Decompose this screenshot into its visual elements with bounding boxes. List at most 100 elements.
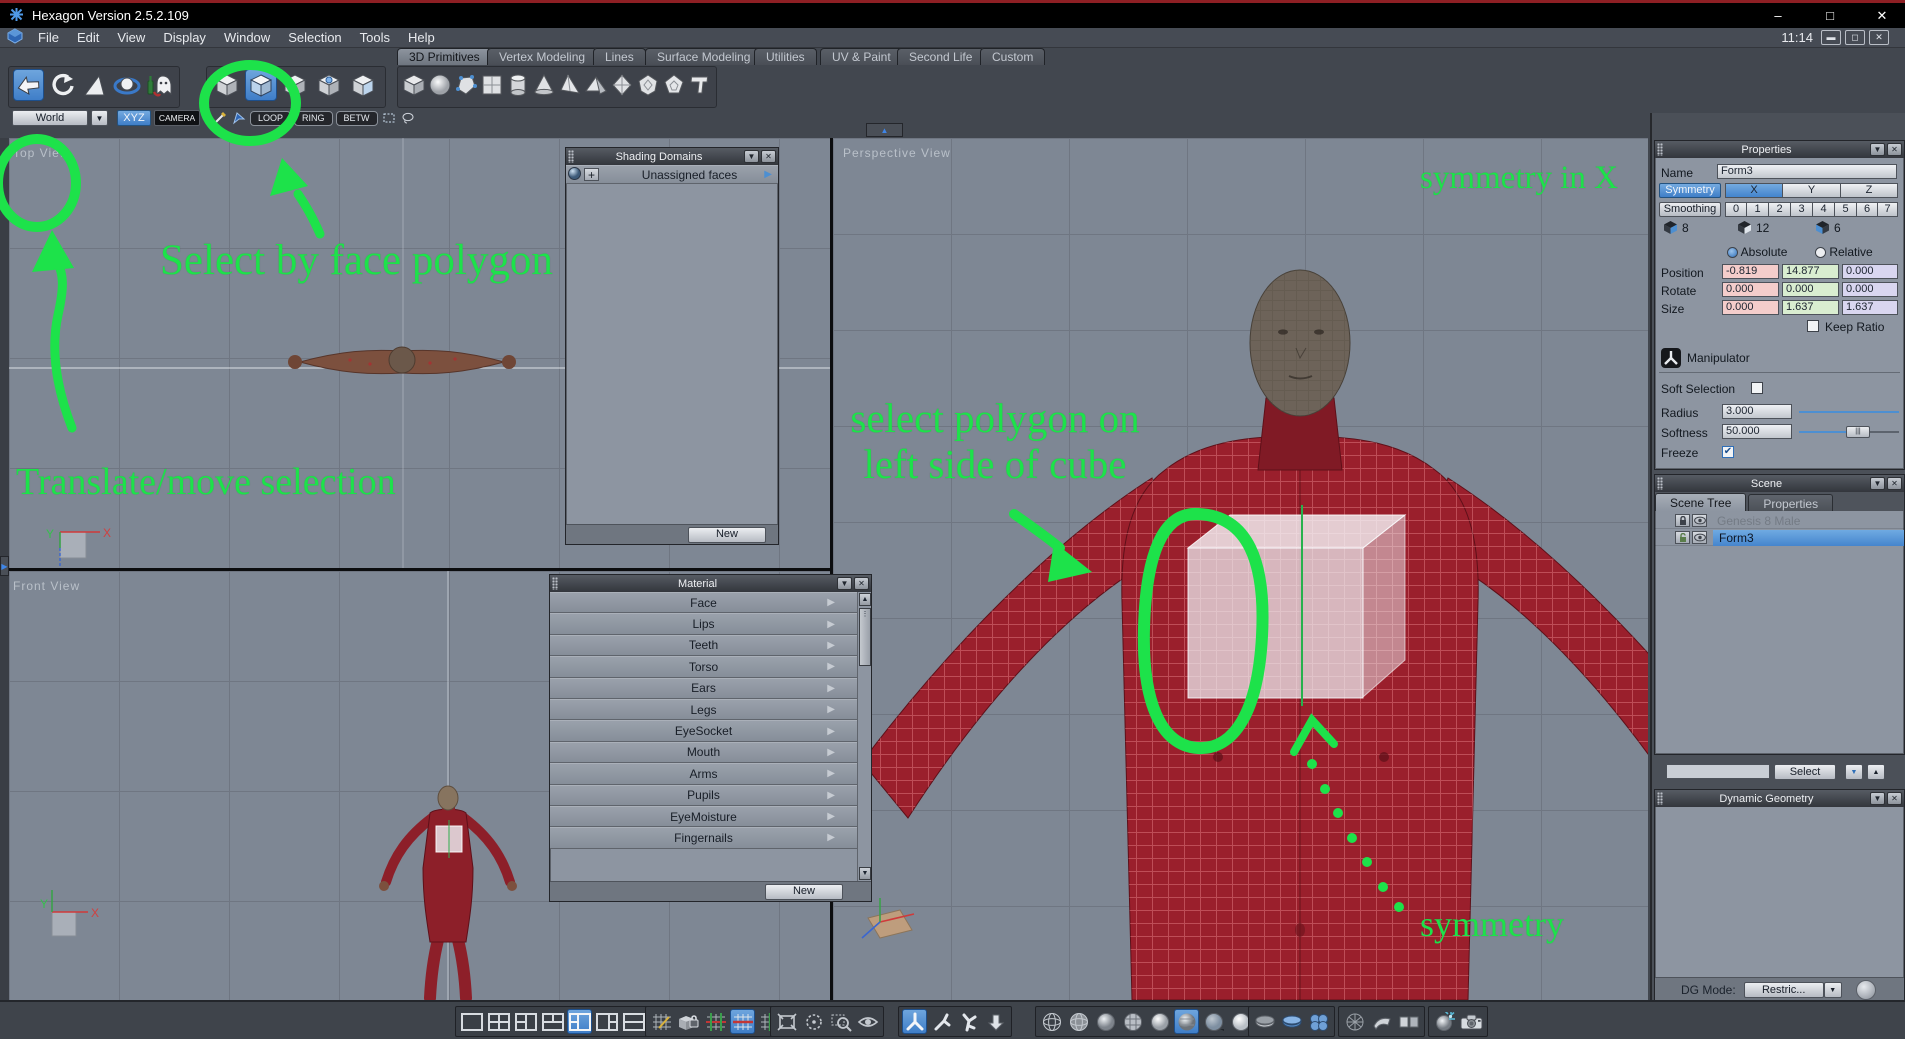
smoothing-5[interactable]: 5 — [1835, 202, 1857, 217]
freeze-checkbox[interactable]: ✔ — [1722, 446, 1734, 458]
material-row[interactable]: Mouth ▶ — [550, 741, 857, 764]
dynamic-geometry-titlebar[interactable]: Dynamic Geometry ▼ ✕ — [1655, 790, 1904, 807]
tab-utilities[interactable]: Utilities — [754, 48, 817, 65]
symmetry-z-button[interactable]: Z — [1841, 183, 1898, 198]
smooth-shade-mode-icon[interactable] — [1147, 1009, 1172, 1034]
layout-quad-icon[interactable] — [486, 1009, 511, 1034]
scene-item-name[interactable]: Genesis 8 Male — [1717, 514, 1800, 528]
select-button[interactable]: Select — [1774, 764, 1836, 780]
title-bar[interactable]: Hexagon Version 2.5.2.109 – □ ✕ — [0, 3, 1905, 28]
rotate-manipulator-icon[interactable] — [956, 1009, 981, 1034]
lock-icon[interactable] — [1675, 514, 1690, 527]
material-expand-icon[interactable]: ▶ — [827, 790, 835, 801]
softness-slider-filled[interactable] — [1799, 431, 1847, 433]
menu-window[interactable]: Window — [215, 30, 279, 45]
material-expand-icon[interactable]: ▶ — [827, 597, 835, 608]
xyz-toggle[interactable]: XYZ — [117, 110, 151, 126]
scene-tree-tab[interactable]: Scene Tree — [1655, 493, 1747, 511]
between-button[interactable]: BETW — [335, 110, 378, 126]
menu-tools[interactable]: Tools — [351, 30, 399, 45]
primitive-cube-icon[interactable] — [402, 69, 426, 101]
symmetry-x-button[interactable]: X — [1725, 183, 1783, 198]
menu-edit[interactable]: Edit — [68, 30, 108, 45]
menu-help[interactable]: Help — [399, 30, 444, 45]
app-minimize-button[interactable]: ▬ — [1821, 30, 1841, 45]
smoothing-button[interactable]: Smoothing — [1659, 202, 1721, 217]
material-row[interactable]: Pupils ▶ — [550, 784, 857, 806]
tab-surface-modeling[interactable]: Surface Modeling — [645, 48, 763, 65]
primitive-tetrahedron-icon[interactable] — [558, 69, 582, 101]
primitive-facet-icon[interactable] — [454, 69, 478, 101]
absolute-radio[interactable]: Absolute — [1727, 245, 1787, 259]
softness-slider-track[interactable] — [1870, 431, 1899, 433]
panel-grip-icon[interactable] — [568, 150, 574, 163]
grid-xz-icon[interactable] — [703, 1009, 728, 1034]
grid-edit-icon[interactable] — [649, 1009, 674, 1034]
panel-grip-icon[interactable] — [1657, 143, 1663, 156]
layout-three-left-icon[interactable] — [513, 1009, 538, 1034]
eye-icon[interactable] — [1692, 514, 1707, 527]
tab-vertex-modeling[interactable]: Vertex Modeling — [487, 48, 598, 65]
layout-two-rows-icon[interactable] — [621, 1009, 646, 1034]
properties-titlebar[interactable]: Properties ▼ ✕ — [1655, 141, 1904, 158]
fit-view-icon[interactable] — [774, 1009, 799, 1034]
radius-field[interactable]: 3.000 — [1722, 404, 1792, 419]
maximize-button[interactable]: □ — [1807, 3, 1853, 28]
select-faces-icon[interactable] — [245, 69, 277, 101]
smoothing-2[interactable]: 2 — [1769, 202, 1791, 217]
position-y-field[interactable]: 14.877 — [1782, 264, 1839, 279]
select-input[interactable] — [1666, 764, 1770, 779]
shaded-wire-mode-icon[interactable] — [1120, 1009, 1145, 1034]
universal-manipulator-icon[interactable] — [902, 1009, 927, 1034]
primitive-platonic-icon[interactable] — [662, 69, 686, 101]
smoothing-1[interactable]: 1 — [1747, 202, 1769, 217]
orbit-tool-icon[interactable] — [111, 69, 142, 101]
soft-selection-checkbox[interactable] — [1751, 382, 1763, 394]
softness-field[interactable]: 50.000 — [1722, 424, 1792, 439]
flat-shade-mode-icon[interactable] — [1093, 1009, 1118, 1034]
symmetry-y-button[interactable]: Y — [1783, 183, 1841, 198]
size-y-field[interactable]: 1.637 — [1782, 300, 1839, 315]
close-button[interactable]: ✕ — [1859, 3, 1905, 28]
panel-menu-icon[interactable]: ▼ — [1870, 477, 1885, 490]
menu-file[interactable]: File — [29, 30, 68, 45]
material-scrollbar[interactable]: ▲ ⋮ ▼ — [857, 592, 871, 881]
softness-slider-handle[interactable]: ||| — [1846, 426, 1870, 438]
tab-uv-paint[interactable]: UV & Paint — [820, 48, 903, 65]
render-camera-icon[interactable] — [1459, 1009, 1484, 1034]
minimize-button[interactable]: – — [1755, 3, 1801, 28]
name-field[interactable]: Form3 — [1717, 164, 1897, 179]
menu-selection[interactable]: Selection — [279, 30, 350, 45]
eye-icon[interactable] — [1692, 531, 1707, 544]
primitive-text-icon[interactable] — [688, 69, 712, 101]
material-row[interactable]: Legs ▶ — [550, 698, 857, 721]
tab-custom[interactable]: Custom — [980, 48, 1046, 65]
material-expand-icon[interactable]: ▶ — [827, 768, 835, 779]
smoothing-3[interactable]: 3 — [1791, 202, 1813, 217]
select-domain-icon[interactable] — [347, 69, 379, 101]
perspective-viewport[interactable]: Perspective View — [833, 138, 1648, 1000]
primitive-octahedron-icon[interactable] — [610, 69, 634, 101]
scene-item-genesis[interactable]: Genesis 8 Male — [1655, 513, 1904, 529]
primitive-grid-icon[interactable] — [480, 69, 504, 101]
material-expand-icon[interactable]: ▶ — [827, 640, 835, 651]
primitive-cylinder-icon[interactable] — [506, 69, 530, 101]
panel-menu-icon[interactable]: ▼ — [1870, 792, 1885, 805]
shading-domains-new-button[interactable]: New — [688, 527, 766, 543]
shading-domains-titlebar[interactable]: Shading Domains ▼ ✕ — [566, 148, 778, 165]
app-close-button[interactable]: ✕ — [1869, 30, 1889, 45]
material-expand-icon[interactable]: ▶ — [827, 661, 835, 672]
transparent-mode-icon[interactable] — [1201, 1009, 1226, 1034]
select-next-icon[interactable]: ▲ — [1867, 764, 1885, 780]
smoothing-4[interactable]: 4 — [1813, 202, 1835, 217]
material-expand-icon[interactable]: ▶ — [827, 726, 835, 737]
left-collapse-handle[interactable]: ▶ — [0, 556, 9, 576]
rotate-x-field[interactable]: 0.000 — [1722, 282, 1779, 297]
scene-properties-tab[interactable]: Properties — [1748, 494, 1834, 511]
lasso-select-icon[interactable] — [400, 110, 416, 126]
primitive-cone-icon[interactable] — [532, 69, 556, 101]
scroll-down-icon[interactable]: ▼ — [859, 867, 871, 880]
app-restore-button[interactable]: ◻ — [1845, 30, 1865, 45]
center-view-icon[interactable] — [801, 1009, 826, 1034]
backface-cull-icon[interactable] — [1252, 1009, 1277, 1034]
